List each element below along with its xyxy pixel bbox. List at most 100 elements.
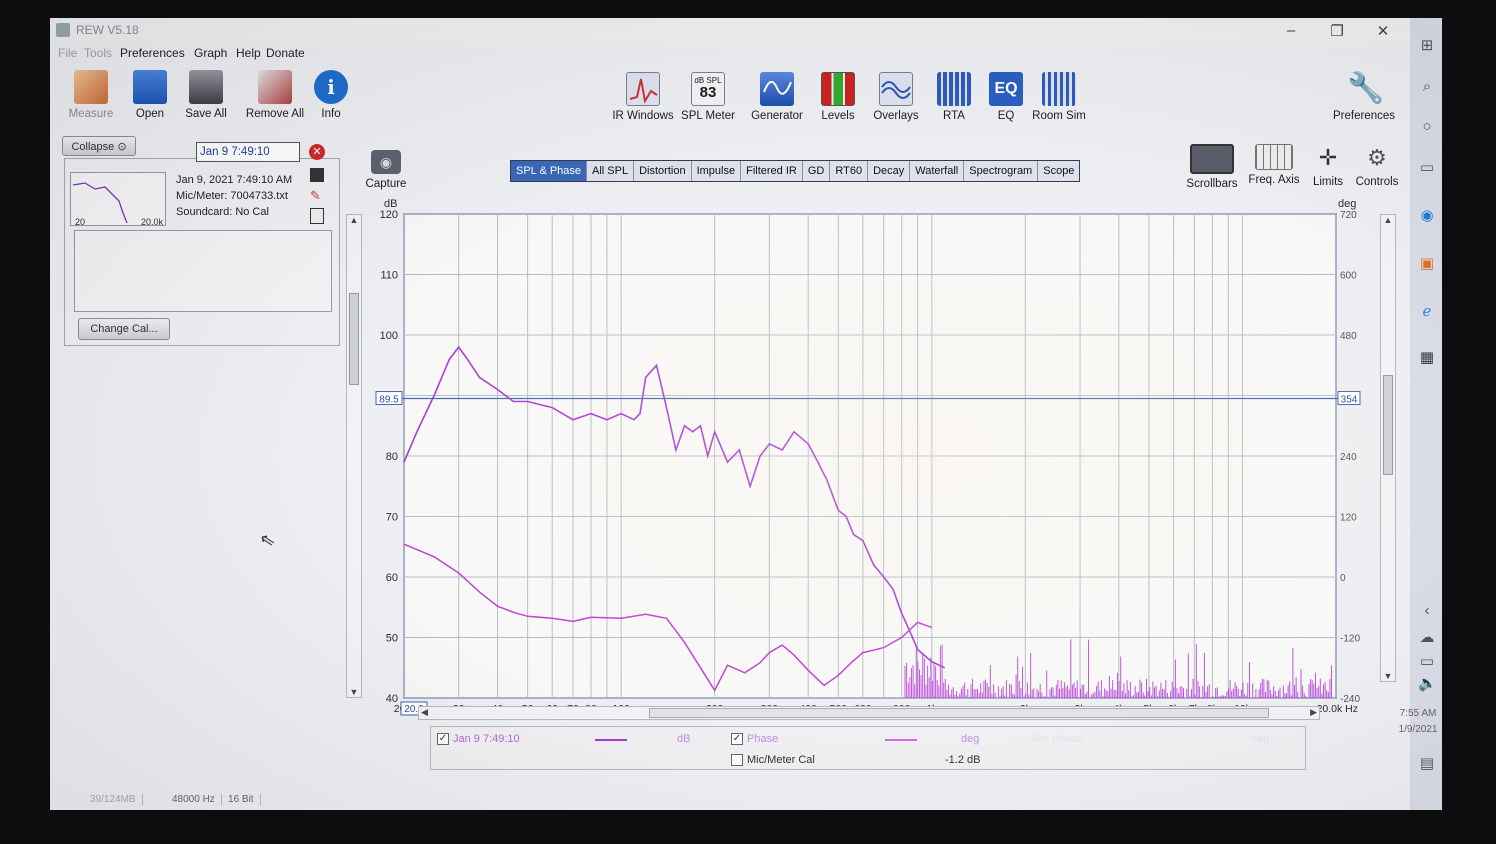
preferences-button[interactable]: 🔧 Preferences xyxy=(1332,72,1396,122)
rta-button[interactable]: RTA xyxy=(932,72,976,122)
menu-help[interactable]: Help xyxy=(236,46,261,60)
scroll-left-arrow-icon[interactable]: ◀ xyxy=(421,707,428,718)
search-icon[interactable]: ⌕ xyxy=(1418,78,1436,95)
menu-preferences[interactable]: Preferences xyxy=(120,46,185,60)
generator-glyph xyxy=(763,81,792,95)
measure-button[interactable]: Measure xyxy=(60,70,122,120)
tab-filtered-ir[interactable]: Filtered IR xyxy=(741,161,803,181)
delete-measurement-icon[interactable]: ✕ xyxy=(309,144,325,160)
tab-gd[interactable]: GD xyxy=(803,161,831,181)
capture-button[interactable]: ◉ Capture xyxy=(362,150,410,190)
maximize-button[interactable]: ❐ xyxy=(1322,22,1352,40)
legend-panel: ✓ Jan 9 7:49:10 dB ✓ Phase deg Min phase… xyxy=(430,726,1306,770)
scroll-right-arrow-icon[interactable]: ▶ xyxy=(1310,707,1317,718)
levels-icon xyxy=(821,72,855,106)
levels-button[interactable]: Levels xyxy=(816,72,860,122)
scrollbars-button[interactable]: Scrollbars xyxy=(1184,144,1240,190)
camera-icon: ◉ xyxy=(371,150,401,174)
tab-spectrogram[interactable]: Spectrogram xyxy=(964,161,1039,181)
collapse-button[interactable]: Collapse ⊙ xyxy=(62,136,136,156)
generator-button[interactable]: Generator xyxy=(748,72,806,122)
ie-icon[interactable]: ℯ xyxy=(1418,302,1436,320)
menu-graph[interactable]: Graph xyxy=(194,46,227,60)
freq-axis-button[interactable]: Freq. Axis xyxy=(1244,144,1304,186)
cortana-icon[interactable]: ○ xyxy=(1418,118,1436,135)
controls-gear-icon: ⚙ xyxy=(1367,145,1387,170)
rew-window: REW V5.18 – ❐ ✕ File Tools Preferences G… xyxy=(50,18,1410,810)
limits-button[interactable]: ✛ Limits xyxy=(1308,144,1348,188)
y-tick-label: 80 xyxy=(386,451,398,463)
tab-waterfall[interactable]: Waterfall xyxy=(910,161,965,181)
network-icon[interactable]: ☁ xyxy=(1418,628,1436,646)
series1-checkbox[interactable]: ✓ xyxy=(437,733,449,745)
edit-measurement-icon[interactable]: ✎ xyxy=(310,188,321,204)
horizontal-scroll-thumb[interactable] xyxy=(649,708,1269,718)
scroll-thumb-right[interactable] xyxy=(1383,375,1393,475)
ir-windows-glyph xyxy=(629,78,658,104)
spl-phase-chart[interactable]: 1201101008070605040 7206004802401200-120… xyxy=(50,208,1361,728)
y2-tick-label: -120 xyxy=(1340,634,1360,645)
minimize-button[interactable]: – xyxy=(1276,22,1306,39)
series1-name: Jan 9 7:49:10 xyxy=(453,733,520,745)
remove-all-icon xyxy=(258,70,292,104)
info-button[interactable]: i Info xyxy=(308,70,354,120)
edge-icon[interactable]: ◉ xyxy=(1418,206,1436,224)
task-view-icon[interactable]: ▭ xyxy=(1418,158,1436,176)
save-measurement-icon[interactable] xyxy=(310,168,324,182)
notification-icon[interactable]: ▤ xyxy=(1418,754,1436,772)
tab-impulse[interactable]: Impulse xyxy=(692,161,742,181)
y-tick-label: 60 xyxy=(386,572,398,584)
measure-icon xyxy=(74,70,108,104)
battery-icon[interactable]: ▭ xyxy=(1418,652,1436,670)
screen: REW V5.18 – ❐ ✕ File Tools Preferences G… xyxy=(50,18,1442,810)
bits-status: 16 Bit xyxy=(228,794,261,805)
app-tile-icon[interactable]: ▦ xyxy=(1418,348,1436,366)
overlays-icon xyxy=(879,72,913,106)
wrench-icon: 🔧 xyxy=(1347,72,1385,105)
scroll-down-arrow-right-icon[interactable]: ▼ xyxy=(1381,671,1395,681)
chevron-up-icon[interactable]: ‹ xyxy=(1418,602,1436,619)
room-sim-icon xyxy=(1042,72,1076,106)
tab-decay[interactable]: Decay xyxy=(868,161,911,181)
clock-time[interactable]: 7:55 AM xyxy=(1394,708,1442,719)
y-tick-labels: 1201101008070605040 xyxy=(380,209,398,705)
menu-tools[interactable]: Tools xyxy=(84,46,112,60)
controls-button[interactable]: ⚙ Controls xyxy=(1352,144,1402,188)
phase-checkbox[interactable]: ✓ xyxy=(731,733,743,745)
menu-file[interactable]: File xyxy=(58,46,77,60)
y2-tick-labels: 7206004802401200-120-240 xyxy=(1340,210,1360,705)
scrollbars-icon xyxy=(1190,144,1234,174)
open-button[interactable]: Open xyxy=(122,70,178,120)
menu-donate[interactable]: Donate xyxy=(266,46,305,60)
taskbar: ⊞ ⌕ ○ ▭ ◉ ▣ ℯ ▦ ‹ ☁ ▭ 🔈 ▤ xyxy=(1410,18,1442,810)
tab-all-spl[interactable]: All SPL xyxy=(587,161,635,181)
start-icon[interactable]: ⊞ xyxy=(1418,36,1436,54)
tab-spl-phase[interactable]: SPL & Phase xyxy=(511,161,588,181)
y2-tick-label: 480 xyxy=(1340,331,1357,342)
tab-distortion[interactable]: Distortion xyxy=(634,161,692,181)
y2-tick-label: 0 xyxy=(1340,573,1346,584)
eq-button[interactable]: EQ EQ xyxy=(984,72,1028,122)
phase-name: Phase xyxy=(747,733,779,745)
room-sim-button[interactable]: Room Sim xyxy=(1030,72,1088,122)
volume-icon[interactable]: 🔈 xyxy=(1418,674,1437,692)
scroll-up-arrow-right-icon[interactable]: ▲ xyxy=(1381,215,1395,225)
spl-meter-button[interactable]: dB SPL 83 SPL Meter xyxy=(680,72,736,122)
save-all-button[interactable]: Save All xyxy=(178,70,234,120)
measurement-name-field[interactable]: Jan 9 7:49:10 xyxy=(196,142,300,162)
ir-windows-button[interactable]: IR Windows xyxy=(610,72,676,122)
overlays-button[interactable]: Overlays xyxy=(868,72,924,122)
mic-cal-checkbox[interactable] xyxy=(731,754,743,766)
window-title: REW V5.18 xyxy=(76,23,139,37)
samplerate-status: 48000 Hz xyxy=(172,794,222,805)
collapse-chevron-icon: ⊙ xyxy=(117,141,127,153)
clock-date[interactable]: 1/9/2021 xyxy=(1394,724,1442,735)
tab-rt60[interactable]: RT60 xyxy=(830,161,869,181)
y2-tick-label: 120 xyxy=(1340,513,1357,524)
close-button[interactable]: ✕ xyxy=(1368,22,1398,40)
vertical-scrollbar-right[interactable]: ▲ ▼ xyxy=(1380,214,1396,682)
remove-all-button[interactable]: Remove All xyxy=(240,70,310,120)
horizontal-scrollbar[interactable]: ◀ ▶ xyxy=(418,706,1320,720)
tab-scope[interactable]: Scope xyxy=(1038,161,1079,181)
store-icon[interactable]: ▣ xyxy=(1418,254,1436,272)
